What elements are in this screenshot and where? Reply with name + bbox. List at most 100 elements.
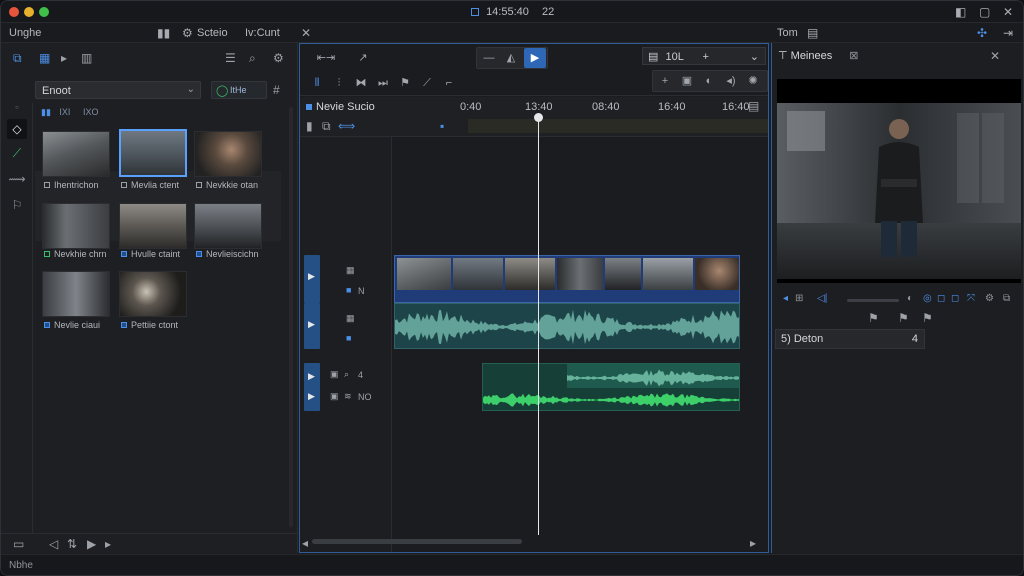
track-enable-icon[interactable]: ■ xyxy=(346,285,351,295)
time-ruler[interactable] xyxy=(468,119,768,133)
menu-workspace[interactable]: Scteio xyxy=(197,27,228,39)
clipboard-icon[interactable]: ▤ xyxy=(807,26,818,40)
zoom-select[interactable]: ▤ 10L + ⌄ xyxy=(642,47,766,65)
grid-options-icon[interactable]: # xyxy=(273,83,280,97)
snap-toggle-icon[interactable]: ⧉ xyxy=(322,119,331,133)
select-tool-icon[interactable]: ▶ xyxy=(524,48,546,68)
marker-tool-icon[interactable]: ◇ xyxy=(7,119,27,139)
close-icon[interactable]: ✕ xyxy=(301,26,311,40)
flag-tool-icon[interactable]: ⚐ xyxy=(7,195,27,215)
waveform-icon[interactable]: ≋ xyxy=(344,391,352,402)
menu-edit[interactable]: Iv:Cunt xyxy=(245,27,280,39)
bin-dropdown[interactable]: Enoot ⌄ xyxy=(35,81,201,99)
color-icon[interactable]: ◐ xyxy=(698,71,720,91)
media-thumbnail[interactable] xyxy=(42,203,110,249)
search-icon[interactable]: ⌕ xyxy=(344,369,349,380)
loop-icon[interactable]: ◎ xyxy=(923,293,932,304)
next-icon[interactable]: ▸ xyxy=(105,537,111,551)
snap-icon[interactable]: ⌐ xyxy=(438,73,460,93)
media-scrollbar[interactable] xyxy=(289,107,293,527)
track-area[interactable] xyxy=(392,137,768,552)
list-view-icon[interactable]: ☰ xyxy=(225,51,236,65)
export-icon[interactable]: ⧉ xyxy=(1003,293,1010,304)
volume-icon[interactable]: ◂) xyxy=(720,71,742,91)
insert-icon[interactable]: ↗ xyxy=(352,48,374,68)
play-icon[interactable]: ▶ xyxy=(87,537,96,551)
sort-icon[interactable]: ▮▮ xyxy=(41,107,51,117)
viewer-tab[interactable]: ⊤ Meinees ⊠ xyxy=(778,49,859,65)
skip-icon[interactable]: ⏭ xyxy=(372,73,394,93)
marker-icon[interactable]: ▪ xyxy=(440,119,444,133)
search-icon[interactable]: ⌕ xyxy=(249,51,256,65)
razor-icon[interactable]: ⟋ xyxy=(416,73,438,93)
media-grid-icon[interactable]: ▦ xyxy=(39,51,50,65)
effects-icon[interactable]: ✺ xyxy=(742,71,764,91)
menu-app[interactable]: Unghe xyxy=(9,27,41,39)
media-icon[interactable]: ▣ xyxy=(676,71,698,91)
video-clip[interactable] xyxy=(394,255,740,303)
media-thumbnail[interactable] xyxy=(194,131,262,177)
minus-icon[interactable]: — xyxy=(478,48,500,68)
media-thumbnail[interactable] xyxy=(119,129,187,177)
crop-icon[interactable]: ⤧ xyxy=(967,293,975,304)
sort-b[interactable]: IXO xyxy=(83,107,99,117)
film-icon[interactable]: ▦ xyxy=(346,313,355,324)
mark-in-icon[interactable]: ◻ xyxy=(937,293,945,304)
slip-icon[interactable]: ⧓ xyxy=(350,73,372,93)
menu-right[interactable]: Tom xyxy=(777,27,798,39)
audio-track-toggle[interactable]: ▶ xyxy=(304,303,320,349)
timeline-menu-icon[interactable]: ▤ xyxy=(748,99,759,113)
curve-tool-icon[interactable]: ⟋ xyxy=(7,143,27,163)
blade-icon[interactable]: ◭ xyxy=(500,48,522,68)
trim-icon[interactable]: ⫶ xyxy=(328,73,350,93)
marker-icon[interactable]: ⚑ xyxy=(898,311,909,325)
track-enable-icon[interactable]: ■ xyxy=(346,333,351,343)
video-track-toggle[interactable]: ▶ xyxy=(304,255,320,303)
play-small-icon[interactable]: ▸ xyxy=(61,51,67,65)
filter-toggle[interactable]: ◯ ItHe xyxy=(211,81,267,99)
window-close-icon[interactable]: ✕ xyxy=(1003,5,1013,19)
prev-frame-icon[interactable]: ◂ xyxy=(783,293,788,304)
settings-icon[interactable]: ⚙ xyxy=(273,51,284,65)
in-point-icon[interactable]: ⊞ xyxy=(795,293,803,304)
inspector-row[interactable]: 5) Deton 4 xyxy=(775,329,925,349)
audio-clip[interactable] xyxy=(394,303,740,349)
mute-icon[interactable]: ▣ xyxy=(330,369,339,380)
scroll-right-icon[interactable]: ▸ xyxy=(750,536,756,550)
shuttle-icon[interactable]: ◐ xyxy=(907,293,913,304)
pause-icon[interactable]: ▮▮ xyxy=(157,26,170,40)
playhead-handle[interactable] xyxy=(534,113,543,122)
close-icon[interactable]: ✕ xyxy=(990,49,1000,63)
playhead[interactable] xyxy=(538,115,539,535)
video-viewer[interactable] xyxy=(777,79,1021,283)
audio-clip-2[interactable] xyxy=(482,363,740,411)
link-tool-icon[interactable]: ⟿ xyxy=(7,169,27,189)
track-select-icon[interactable]: ⫴ xyxy=(306,73,328,93)
volume-icon[interactable]: ◁| xyxy=(817,293,827,304)
bin-icon[interactable]: ▥ xyxy=(81,51,92,65)
media-thumbnail[interactable] xyxy=(194,203,262,249)
maximize-window-button[interactable] xyxy=(39,7,49,17)
solo-icon[interactable]: ▣ xyxy=(330,391,339,402)
minimize-window-button[interactable] xyxy=(24,7,34,17)
window-layout-icon[interactable]: ◧ xyxy=(955,5,966,19)
mark-out-icon[interactable]: ◻ xyxy=(951,293,959,304)
pin-icon[interactable]: ✣ xyxy=(977,26,987,40)
scroll-left-icon[interactable]: ◂ xyxy=(302,536,308,550)
add-icon[interactable]: + xyxy=(654,71,676,91)
film-icon[interactable]: ▦ xyxy=(346,265,355,276)
volume-slider[interactable] xyxy=(847,299,899,302)
media-thumbnail[interactable] xyxy=(119,203,187,249)
track-lock-icon[interactable]: ▮ xyxy=(306,119,313,133)
link-icon[interactable]: ⟺ xyxy=(338,119,355,133)
close-window-button[interactable] xyxy=(9,7,19,17)
import-icon[interactable]: ⧉ xyxy=(13,51,22,65)
flag-icon[interactable]: ⚑ xyxy=(394,73,416,93)
timeline-scrollbar[interactable] xyxy=(312,539,522,544)
audio-track-toggle[interactable]: ▶ ▶ xyxy=(304,363,320,411)
audio-icon[interactable]: ◁ xyxy=(49,537,58,551)
marker-icon[interactable]: ⚑ xyxy=(922,311,933,325)
marker-icon[interactable]: ⚑ xyxy=(868,311,879,325)
collapse-icon[interactable]: ⇥ xyxy=(1003,26,1013,40)
panel-toggle-icon[interactable]: ▭ xyxy=(13,537,24,551)
